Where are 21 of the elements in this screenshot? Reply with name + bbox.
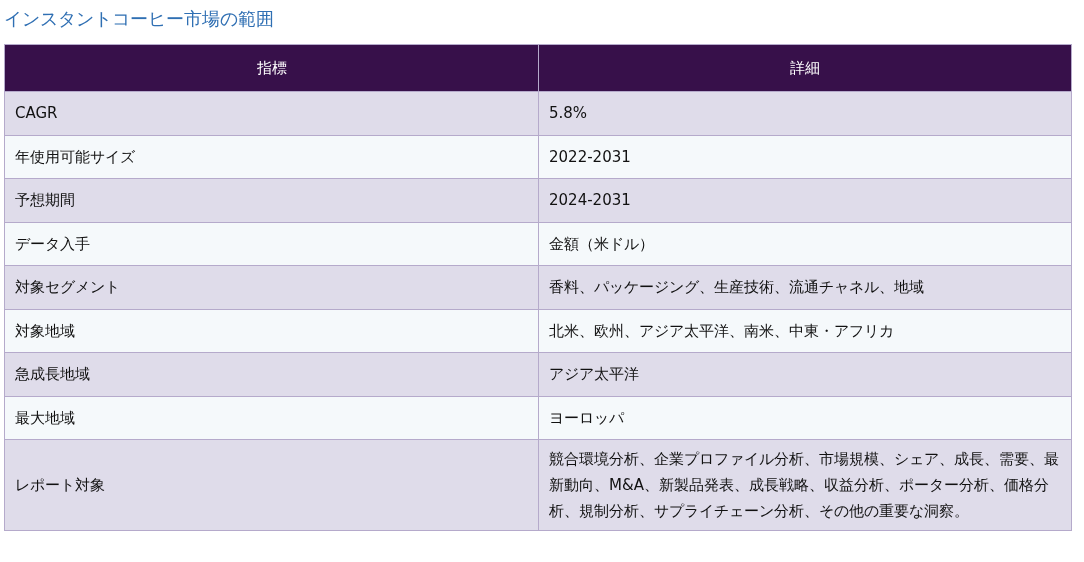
table-cell: 5.8% — [538, 91, 1072, 135]
table-cell: 予想期間 — [4, 178, 539, 222]
table-cell: CAGR — [4, 91, 539, 135]
section-title: インスタントコーヒー市場の範囲 — [4, 7, 275, 31]
table-cell: 対象地域 — [4, 309, 539, 353]
table-cell: 2024-2031 — [538, 178, 1072, 222]
column-header: 指標 — [4, 44, 539, 92]
table-cell: 北米、欧州、アジア太平洋、南米、中東・アフリカ — [538, 309, 1072, 353]
table-cell: 金額（米ドル） — [538, 222, 1072, 266]
table-cell: レポート対象 — [4, 439, 539, 531]
table-cell: ヨーロッパ — [538, 396, 1072, 440]
table-cell: アジア太平洋 — [538, 352, 1072, 396]
column-header: 詳細 — [538, 44, 1072, 92]
table-cell: データ入手 — [4, 222, 539, 266]
table-cell: 急成長地域 — [4, 352, 539, 396]
table-cell: 年使用可能サイズ — [4, 135, 539, 179]
table-cell: 競合環境分析、企業プロファイル分析、市場規模、シェア、成長、需要、最新動向、M&A、新製品発表、成長戦略、収益分析、ポーター分析、価格分析、規制分析、サプライチェーン分析、その他の重要な洞察。 — [538, 439, 1072, 531]
table-cell: 2022-2031 — [538, 135, 1072, 179]
table-cell: 対象セグメント — [4, 265, 539, 309]
table-cell: 最大地域 — [4, 396, 539, 440]
table-cell: 香料、パッケージング、生産技術、流通チャネル、地域 — [538, 265, 1072, 309]
